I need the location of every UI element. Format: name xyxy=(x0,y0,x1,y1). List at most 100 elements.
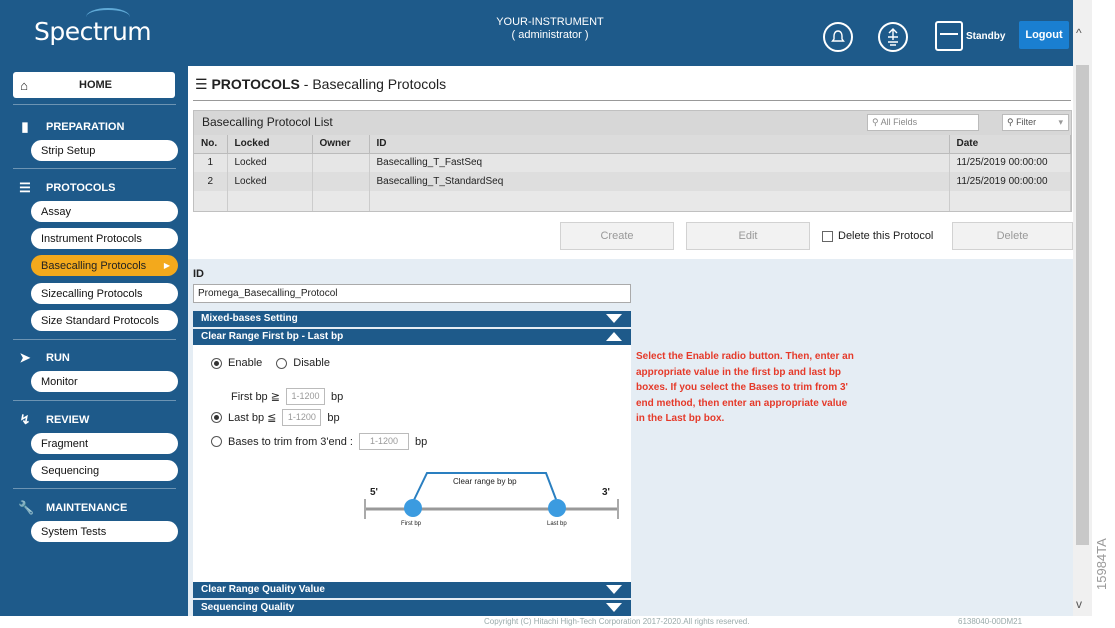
col-owner[interactable]: Owner xyxy=(312,135,370,154)
col-id[interactable]: ID xyxy=(369,135,950,154)
protocol-table: No. Locked Owner ID Date 1 Locked Baseca… xyxy=(194,135,1071,211)
sidebar-item-fragment[interactable]: Fragment xyxy=(31,433,178,454)
bell-icon[interactable] xyxy=(823,22,853,52)
last-bp-marker: Last bp xyxy=(547,521,567,527)
preparation-icon: ▮ xyxy=(21,119,29,134)
chevron-down-icon xyxy=(606,585,622,594)
search-input[interactable]: ⚲ All Fields xyxy=(867,114,979,131)
logo-arc-icon xyxy=(86,8,130,26)
clear-range-diagram: 5' 3' Clear range by bp First bp Last bp xyxy=(361,470,623,530)
sidebar-item-basecalling-protocols[interactable]: Basecalling Protocols xyxy=(31,255,178,276)
sequencing-quality-header[interactable]: Sequencing Quality xyxy=(193,600,631,616)
instrument-upload-icon[interactable] xyxy=(878,22,908,52)
trim-3-row: Bases to trim from 3'end : 1-1200 bp xyxy=(211,433,427,450)
col-no[interactable]: No. xyxy=(194,135,228,154)
clear-range-label: Clear range by bp xyxy=(453,477,517,486)
sidebar-item-system-tests[interactable]: System Tests xyxy=(31,521,178,542)
clear-range-section xyxy=(193,345,631,582)
section-protocols[interactable]: ☰ PROTOCOLS xyxy=(18,180,115,196)
chevron-up-icon xyxy=(606,332,622,341)
disable-radio[interactable] xyxy=(276,357,288,369)
protocol-list-panel: Basecalling Protocol List ⚲ All Fields ⚲… xyxy=(193,110,1072,212)
list-icon: ☰ xyxy=(19,180,31,195)
trim-3-input[interactable]: 1-1200 xyxy=(358,433,409,450)
logout-button[interactable]: Logout xyxy=(1019,21,1069,49)
first-bp-marker: First bp xyxy=(401,521,422,527)
standby-icon xyxy=(935,21,963,51)
id-field[interactable]: Promega_Basecalling_Protocol xyxy=(193,284,631,303)
search-icon: ⚲ xyxy=(1007,117,1014,127)
divider xyxy=(13,168,176,169)
scroll-up-icon[interactable]: ^ xyxy=(1076,26,1082,40)
divider xyxy=(13,400,176,401)
sidebar-item-assay[interactable]: Assay xyxy=(31,201,178,222)
sidebar-item-sequencing[interactable]: Sequencing xyxy=(31,460,178,481)
search-icon: ⚲ xyxy=(872,117,879,127)
section-run[interactable]: ➤ RUN xyxy=(18,350,70,366)
sidebar-item-size-standard-protocols[interactable]: Size Standard Protocols xyxy=(31,310,178,331)
page-title: ☰ PROTOCOLS - Basecalling Protocols xyxy=(195,76,447,92)
checkbox[interactable] xyxy=(822,230,833,242)
home-icon: ⌂ xyxy=(20,77,28,93)
vertical-scrollbar[interactable]: ^ v xyxy=(1073,0,1092,616)
top-bar: Spectrum YOUR-INSTRUMENT ( administrator… xyxy=(0,0,1073,66)
chevron-down-icon xyxy=(606,603,622,612)
divider xyxy=(193,100,1071,101)
clear-range-quality-header[interactable]: Clear Range Quality Value xyxy=(193,582,631,598)
create-button[interactable]: Create xyxy=(560,222,674,250)
five-prime-label: 5' xyxy=(370,487,378,498)
status-label: Standby xyxy=(966,31,1006,42)
last-bp-row: Last bp ≦ 1-1200 bp xyxy=(211,409,340,426)
scroll-thumb[interactable] xyxy=(1076,65,1089,545)
last-bp-radio[interactable] xyxy=(211,412,222,423)
edit-button[interactable]: Edit xyxy=(686,222,810,250)
enable-disable-row: Enable Disable xyxy=(211,357,330,369)
footer: Copyright (C) Hitachi High-Tech Corporat… xyxy=(188,616,1073,628)
table-row-empty xyxy=(194,191,1071,211)
wrench-icon: 🔧 xyxy=(18,500,35,515)
sidebar-item-instrument-protocols[interactable]: Instrument Protocols xyxy=(31,228,178,249)
table-row[interactable]: 2 Locked Basecalling_T_StandardSeq 11/25… xyxy=(194,172,1071,191)
sidebar-item-sizecalling-protocols[interactable]: Sizecalling Protocols xyxy=(31,283,178,304)
chart-icon: ↯ xyxy=(19,412,31,427)
table-row[interactable]: 1 Locked Basecalling_T_FastSeq 11/25/201… xyxy=(194,153,1071,172)
mixed-bases-header[interactable]: Mixed-bases Setting xyxy=(193,311,631,327)
enable-radio[interactable] xyxy=(211,357,222,369)
divider xyxy=(13,488,176,489)
first-bp-input[interactable]: 1-1200 xyxy=(285,388,325,405)
three-prime-label: 3' xyxy=(602,487,610,498)
sidebar: ⌂ HOME ▮ PREPARATION Strip Setup ☰ PROTO… xyxy=(0,66,188,616)
list-icon: ☰ xyxy=(195,76,208,92)
section-review[interactable]: ↯ REVIEW xyxy=(18,412,90,428)
instruction-annotation: Select the Enable radio button. Then, en… xyxy=(636,351,854,424)
user-role: ( administrator ) xyxy=(511,29,589,41)
first-bp-row: First bp ≧ 1-1200 bp xyxy=(231,388,343,405)
version: 6138040-00DM21 xyxy=(958,617,1023,626)
filter-dropdown[interactable]: ⚲ Filter ▾ xyxy=(1002,114,1069,131)
instrument-name: YOUR-INSTRUMENT xyxy=(496,16,604,28)
sidebar-item-strip-setup[interactable]: Strip Setup xyxy=(31,140,178,161)
col-locked[interactable]: Locked xyxy=(227,135,313,154)
instrument-info: YOUR-INSTRUMENT ( administrator ) xyxy=(470,16,630,42)
home-button[interactable]: ⌂ HOME xyxy=(13,72,175,98)
section-preparation[interactable]: ▮ PREPARATION xyxy=(18,119,124,135)
chevron-down-icon: ▾ xyxy=(1058,117,1063,127)
divider xyxy=(13,339,176,340)
figure-code: 15984TA xyxy=(1094,538,1109,590)
table-header: No. Locked Owner ID Date xyxy=(194,135,1071,154)
clear-range-bp-header[interactable]: Clear Range First bp - Last bp xyxy=(193,329,631,345)
copyright: Copyright (C) Hitachi High-Tech Corporat… xyxy=(484,617,750,626)
delete-checkbox[interactable]: Delete this Protocol xyxy=(822,230,933,242)
section-maintenance[interactable]: 🔧 MAINTENANCE xyxy=(18,500,127,516)
last-bp-input[interactable]: 1-1200 xyxy=(282,409,322,426)
sidebar-item-monitor[interactable]: Monitor xyxy=(31,371,178,392)
col-date[interactable]: Date xyxy=(949,135,1071,154)
divider xyxy=(13,104,176,105)
id-label: ID xyxy=(193,268,204,280)
scroll-down-icon[interactable]: v xyxy=(1076,597,1082,611)
delete-button[interactable]: Delete xyxy=(952,222,1073,250)
trim-3-radio[interactable] xyxy=(211,436,222,447)
list-title: Basecalling Protocol List xyxy=(202,115,333,129)
chevron-down-icon xyxy=(606,314,622,323)
run-icon: ➤ xyxy=(19,350,31,365)
